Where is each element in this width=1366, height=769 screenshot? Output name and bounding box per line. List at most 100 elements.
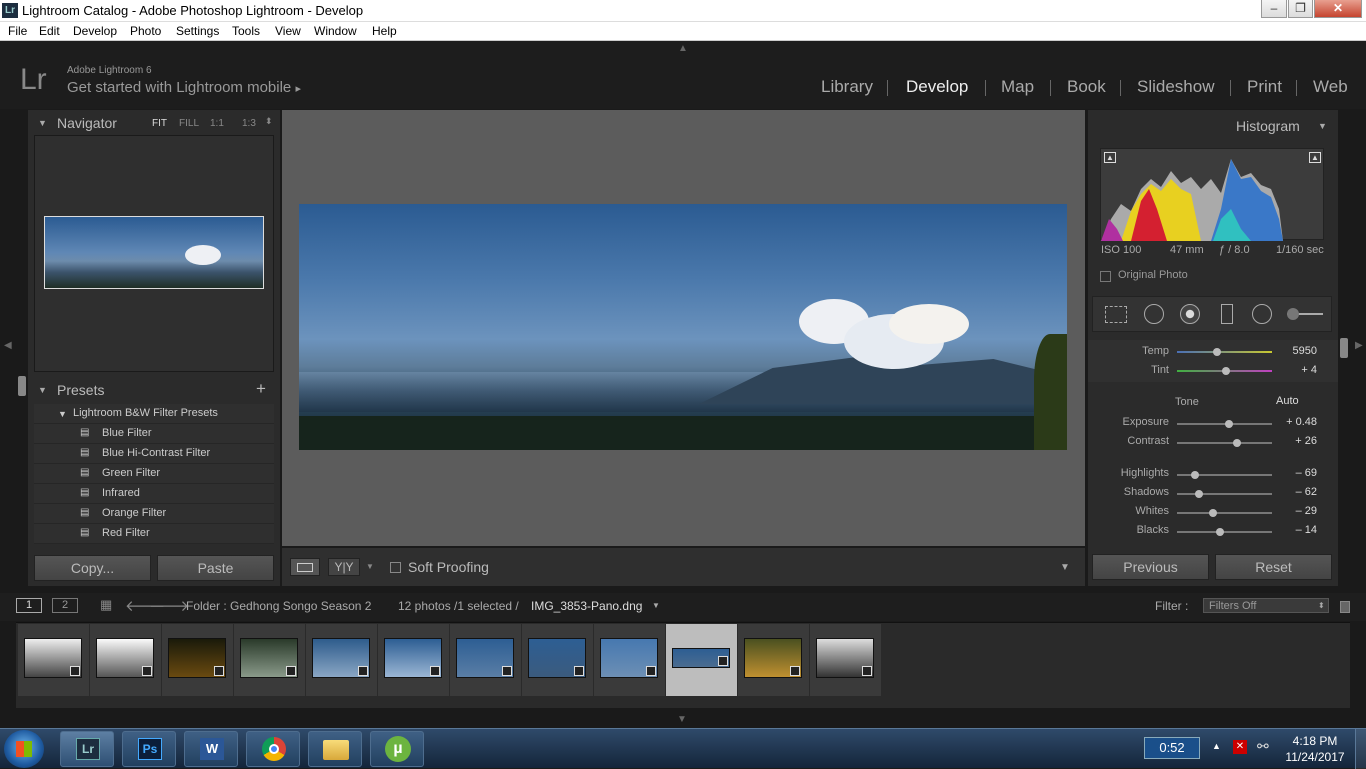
auto-tone-button[interactable]: Auto [1276,395,1299,407]
slider-thumb[interactable] [1212,348,1221,356]
tint-slider[interactable] [1177,367,1272,375]
navigator-thumbnail[interactable] [44,216,264,289]
menu-view[interactable]: View [275,24,301,38]
taskbar-photoshop[interactable]: Ps [122,731,176,767]
folder-path[interactable]: Folder : Gedhong Songo Season 2 [186,599,371,613]
expand-triangle-icon[interactable]: ▼ [58,409,67,419]
preset-item[interactable]: ▤ Red Filter [34,524,274,544]
blacks-slider[interactable] [1177,528,1272,536]
filter-dropdown-icon[interactable]: ⬍ [1318,601,1325,610]
filmstrip-thumbnail[interactable] [306,624,378,696]
clock-date[interactable]: 11/24/2017 [1283,750,1347,764]
filter-lock-icon[interactable] [1340,601,1350,613]
menu-settings[interactable]: Settings [176,24,219,38]
preset-item[interactable]: ▤ Blue Filter [34,424,274,444]
left-panel-arrow-icon[interactable]: ◀ [4,340,12,351]
temp-value[interactable]: 5950 [1267,345,1317,357]
module-book[interactable]: Book [1067,77,1106,97]
whites-slider[interactable] [1177,509,1272,517]
close-button[interactable]: ✕ [1314,0,1362,18]
filmstrip-thumbnail[interactable] [810,624,882,696]
menu-tools[interactable]: Tools [232,24,260,38]
module-map[interactable]: Map [1001,77,1034,97]
preset-item[interactable]: ▤ Green Filter [34,464,274,484]
show-desktop-button[interactable] [1355,729,1366,769]
slider-thumb[interactable] [1191,471,1200,479]
filmstrip-thumbnail[interactable] [594,624,666,696]
collapse-top-arrow-icon[interactable]: ▲ [678,43,688,54]
image-canvas[interactable] [282,110,1085,546]
menu-help[interactable]: Help [372,24,397,38]
collapse-bottom-arrow-icon[interactable]: ▼ [677,714,687,725]
shadow-clipping-icon[interactable]: ▲ [1104,152,1116,163]
maximize-button[interactable]: ❐ [1288,0,1313,18]
menu-edit[interactable]: Edit [39,24,60,38]
exposure-slider[interactable] [1177,420,1272,428]
zoom-1-1[interactable]: 1:1 [210,118,224,129]
start-button[interactable] [4,730,44,768]
whites-value[interactable]: – 29 [1267,505,1317,517]
presets-title[interactable]: Presets [57,382,104,398]
timer-widget[interactable]: 0:52 [1144,737,1200,759]
zoom-dropdown-icon[interactable]: ⬍ [265,116,273,127]
main-window-button[interactable]: 1 [16,598,42,613]
filmstrip-thumbnail[interactable] [378,624,450,696]
preset-item[interactable]: ▤ Infrared [34,484,274,504]
module-print[interactable]: Print [1247,77,1282,97]
filmstrip-thumbnail[interactable] [234,624,306,696]
soft-proofing-checkbox[interactable] [390,562,401,573]
module-develop[interactable]: Develop [906,77,968,97]
before-after-button[interactable]: Y|Y [328,558,360,576]
paste-button[interactable]: Paste [157,555,274,581]
reset-button[interactable]: Reset [1215,554,1332,580]
highlights-value[interactable]: – 69 [1267,467,1317,479]
left-panel-scrollbar[interactable] [18,376,26,396]
shadows-slider[interactable] [1177,490,1272,498]
loupe-view-button[interactable] [290,558,320,576]
filmstrip-thumbnail[interactable] [162,624,234,696]
secondary-window-button[interactable]: 2 [52,598,78,613]
clock-time[interactable]: 4:18 PM [1288,734,1342,748]
histogram-display[interactable]: ▲ ▲ [1100,148,1324,241]
red-eye-icon[interactable] [1180,304,1200,324]
highlights-slider[interactable] [1177,471,1272,479]
filter-select[interactable]: Filters Off [1203,598,1329,613]
tray-app-icon[interactable]: ✕ [1233,740,1247,754]
blacks-value[interactable]: – 14 [1267,524,1317,536]
spot-removal-icon[interactable] [1144,304,1164,324]
menu-photo[interactable]: Photo [130,24,161,38]
module-library[interactable]: Library [821,77,873,97]
highlight-clipping-icon[interactable]: ▲ [1309,152,1321,163]
menu-develop[interactable]: Develop [73,24,117,38]
toolbar-menu-icon[interactable]: ▼ [1060,562,1070,573]
menu-file[interactable]: File [8,24,27,38]
right-panel-scrollbar[interactable] [1340,338,1348,358]
taskbar-chrome[interactable] [246,731,300,767]
zoom-1-3[interactable]: 1:3 [242,118,256,129]
filmstrip-thumbnail[interactable] [522,624,594,696]
graduated-filter-icon[interactable] [1221,304,1233,324]
filename-dropdown-icon[interactable]: ▼ [652,601,660,610]
slider-thumb[interactable] [1215,528,1224,536]
filmstrip-thumbnail[interactable] [738,624,810,696]
filmstrip-thumbnail[interactable] [18,624,90,696]
preset-item[interactable]: ▤ Orange Filter [34,504,274,524]
taskbar-utorrent[interactable]: µ [370,731,424,767]
collapse-triangle-icon[interactable]: ▼ [1318,121,1327,131]
selected-filename[interactable]: IMG_3853-Pano.dng [531,599,642,613]
menu-window[interactable]: Window [314,24,357,38]
temp-slider[interactable] [1177,348,1272,356]
minimize-button[interactable]: – [1261,0,1287,18]
collapse-triangle-icon[interactable]: ▼ [38,118,47,128]
filmstrip-thumbnail[interactable] [450,624,522,696]
preset-group-row[interactable]: ▼ Lightroom B&W Filter Presets [34,404,274,424]
show-hidden-icons-icon[interactable]: ▲ [1212,741,1221,751]
preset-item[interactable]: ▤ Blue Hi-Contrast Filter [34,444,274,464]
right-panel-arrow-icon[interactable]: ▶ [1355,340,1363,351]
navigator-title[interactable]: Navigator [57,115,117,131]
exposure-value[interactable]: + 0.48 [1267,416,1317,428]
taskbar-explorer[interactable] [308,731,362,767]
crop-tool-icon[interactable] [1105,306,1127,323]
slider-thumb[interactable] [1194,490,1203,498]
navigator-preview[interactable] [34,135,274,372]
